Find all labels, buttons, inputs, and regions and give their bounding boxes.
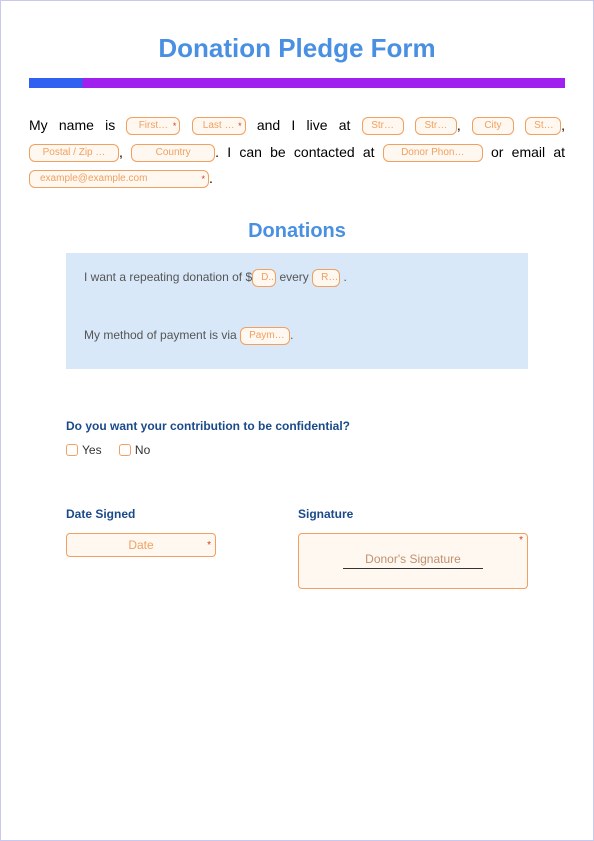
intro-text: . [209, 170, 213, 186]
radio-no[interactable] [119, 444, 131, 456]
donation-text: . [340, 270, 347, 284]
first-name-field[interactable]: First… [126, 117, 180, 135]
signature-line: Donor's Signature [343, 552, 483, 569]
option-yes-label: Yes [82, 443, 102, 457]
date-field[interactable]: Date [66, 533, 216, 557]
intro-text: . I can be contacted at [215, 144, 383, 160]
phone-field[interactable]: Donor Phon… [383, 144, 483, 162]
last-name-field[interactable]: Last … [192, 117, 246, 135]
country-field[interactable]: Country [131, 144, 215, 162]
signature-column: Signature Donor's Signature [298, 507, 528, 589]
intro-paragraph: My name is First… Last … and I live at S… [29, 112, 565, 192]
radio-yes[interactable] [66, 444, 78, 456]
intro-text: , [119, 144, 131, 160]
city-field[interactable]: City [472, 117, 514, 135]
donation-amount-field[interactable]: D.. [252, 269, 276, 287]
intro-text: My name is [29, 117, 126, 133]
postal-field[interactable]: Postal / Zip … [29, 144, 119, 162]
signature-label: Signature [298, 507, 528, 521]
intro-text: and I live at [257, 117, 362, 133]
date-column: Date Signed Date [66, 507, 274, 589]
signing-row: Date Signed Date Signature Donor's Signa… [66, 507, 528, 589]
payment-method-field[interactable]: Paym… [240, 327, 290, 345]
intro-text: , [457, 117, 472, 133]
divider-bar [29, 78, 565, 88]
option-no-label: No [135, 443, 150, 457]
date-signed-label: Date Signed [66, 507, 274, 521]
confidential-question: Do you want your contribution to be conf… [66, 419, 528, 433]
payment-text: . [290, 328, 293, 342]
confidential-block: Do you want your contribution to be conf… [66, 419, 528, 457]
street2-field[interactable]: Str… [415, 117, 457, 135]
intro-text: , [561, 117, 565, 133]
page-title: Donation Pledge Form [1, 33, 593, 64]
donations-heading: Donations [1, 220, 593, 243]
state-field[interactable]: St… [525, 117, 561, 135]
intro-text: or email at [491, 144, 565, 160]
donation-text: every [276, 270, 312, 284]
confidential-options: Yes No [66, 443, 528, 457]
signature-field[interactable]: Donor's Signature [298, 533, 528, 589]
donation-text: I want a repeating donation of $ [84, 270, 252, 284]
repeat-field[interactable]: R… [312, 269, 340, 287]
email-field[interactable]: example@example.com [29, 170, 209, 188]
street1-field[interactable]: Str… [362, 117, 404, 135]
donations-box: I want a repeating donation of $D.. ever… [66, 253, 528, 369]
payment-text: My method of payment is via [84, 328, 240, 342]
